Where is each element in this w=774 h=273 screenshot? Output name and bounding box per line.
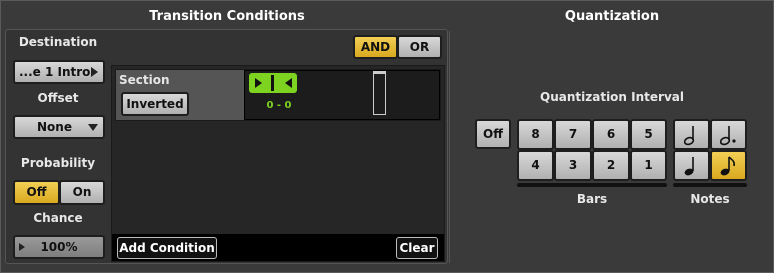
bar-7-button[interactable]: 7 — [554, 119, 592, 150]
bars-bracket — [517, 183, 667, 187]
half-note-button[interactable] — [673, 119, 710, 150]
range-end-icon — [285, 78, 292, 88]
quantization-off-button[interactable]: Off — [475, 119, 511, 149]
dotted-half-note-icon — [719, 126, 736, 146]
chance-label: Chance — [33, 211, 83, 225]
destination-label: Destination — [18, 35, 98, 49]
bar-2-button[interactable]: 2 — [592, 150, 630, 181]
offset-dropdown[interactable]: None — [13, 115, 105, 139]
conditions-list: Section Inverted 0 - 0 Add Condition Cle… — [111, 65, 445, 262]
add-condition-button[interactable]: Add Condition — [117, 237, 217, 259]
dotted-half-note-button[interactable] — [710, 119, 747, 150]
condition-section-label: Section — [119, 73, 170, 87]
slider-handle-icon — [19, 243, 25, 251]
notes-grid — [673, 119, 747, 181]
condition-row[interactable]: Section Inverted 0 - 0 — [115, 69, 441, 121]
bar-3-button[interactable]: 3 — [554, 150, 592, 181]
quantization-title: Quantization — [564, 9, 660, 24]
range-start-icon — [255, 78, 262, 88]
triangle-down-icon — [88, 124, 98, 131]
bar-8-button[interactable]: 8 — [517, 119, 554, 150]
probability-off-button[interactable]: Off — [13, 180, 60, 205]
notes-label: Notes — [690, 192, 730, 206]
destination-value: ...e 1 Intro — [19, 65, 91, 79]
quarter-note-button[interactable] — [673, 150, 710, 181]
half-note-icon — [683, 126, 695, 146]
quantization-editor-window: Transition Conditions Quantization Desti… — [0, 0, 774, 273]
notes-bracket — [673, 183, 747, 187]
range-start-marker[interactable] — [249, 73, 297, 93]
offset-value: None — [37, 120, 72, 134]
probability-label: Probability — [20, 156, 96, 170]
chance-slider[interactable]: 100% — [13, 235, 105, 259]
bars-label: Bars — [576, 192, 608, 206]
bar-4-button[interactable]: 4 — [517, 150, 554, 181]
section-divider — [449, 31, 450, 263]
bar-5-button[interactable]: 5 — [630, 119, 667, 150]
section-range-control[interactable]: 0 - 0 — [244, 70, 440, 120]
logic-and-button[interactable]: AND — [353, 35, 398, 59]
bar-1-button[interactable]: 1 — [630, 150, 667, 181]
inverted-button[interactable]: Inverted — [121, 92, 189, 116]
eighth-note-button[interactable] — [710, 150, 747, 181]
quantization-interval-label: Quantization Interval — [540, 90, 684, 104]
clear-button[interactable]: Clear — [396, 237, 438, 259]
triangle-right-icon — [91, 67, 98, 77]
bar-6-button[interactable]: 6 — [592, 119, 630, 150]
range-divider-icon — [271, 75, 274, 91]
probability-on-button[interactable]: On — [59, 180, 105, 205]
logic-or-button[interactable]: OR — [397, 35, 442, 59]
playhead-marker — [373, 71, 386, 115]
quarter-note-icon — [684, 157, 694, 176]
range-text: 0 - 0 — [266, 100, 292, 111]
eighth-note-icon — [720, 156, 735, 176]
bars-grid: 8 7 6 5 4 3 2 1 — [517, 119, 667, 181]
destination-dropdown[interactable]: ...e 1 Intro — [13, 60, 105, 84]
offset-label: Offset — [37, 91, 79, 105]
chance-value: 100% — [40, 240, 78, 254]
